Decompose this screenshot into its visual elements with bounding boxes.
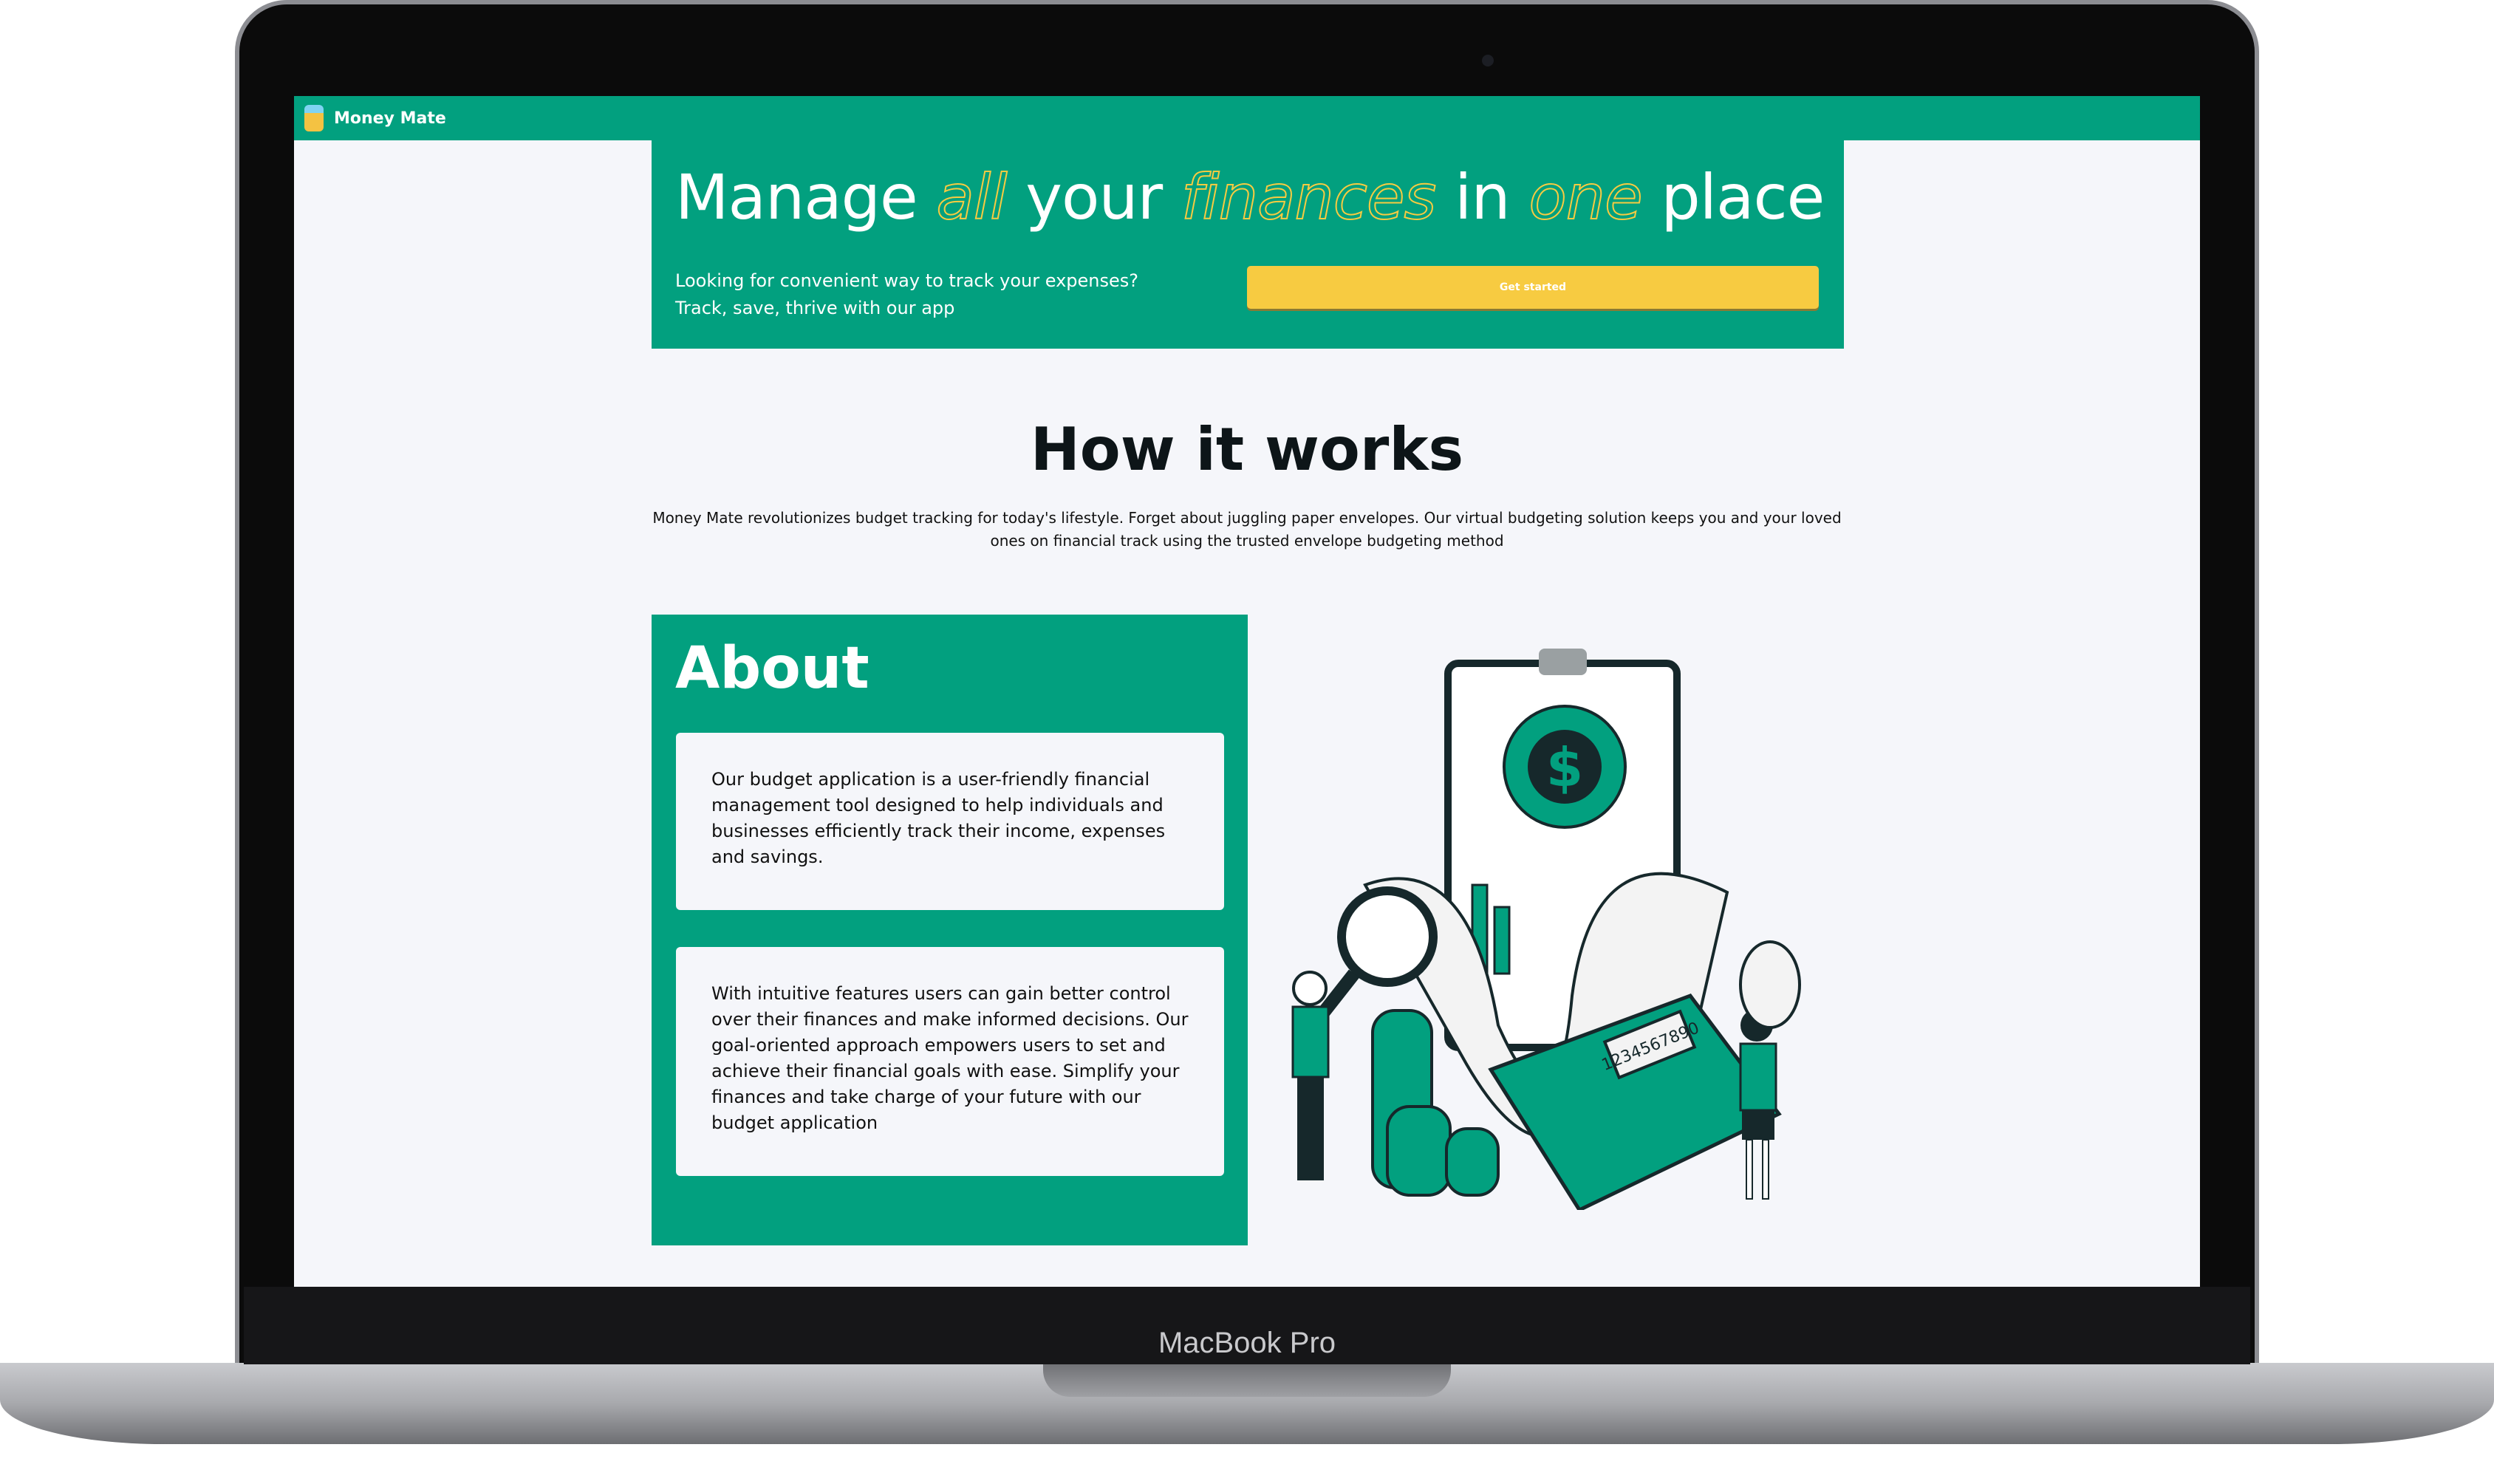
woman-figure <box>1739 1009 1777 1200</box>
title-word: Manage <box>675 161 918 233</box>
device-label: MacBook Pro <box>1158 1327 1336 1359</box>
paper-roll <box>1739 940 1801 1029</box>
brand-name[interactable]: Money Mate <box>334 109 446 128</box>
clipboard-clip <box>1539 649 1587 675</box>
hero-title: Manage all your finances in one place <box>675 160 1825 234</box>
navbar: Money Mate <box>294 96 2200 140</box>
screen: Money Mate Manage all your finances in o… <box>294 96 2200 1287</box>
title-word: in <box>1455 161 1511 233</box>
title-word: place <box>1661 161 1825 233</box>
dollar-sign: $ <box>1546 736 1583 799</box>
logo-icon[interactable] <box>304 105 324 131</box>
title-word-outlined: all <box>935 160 1008 234</box>
about-card: Our budget application is a user-friendl… <box>676 733 1224 910</box>
laptop-notch <box>1043 1363 1451 1397</box>
hero-section: Manage all your finances in one place Lo… <box>652 140 1844 349</box>
about-card: With intuitive features users can gain b… <box>676 947 1224 1176</box>
finance-illustration: $ 1234567890 <box>1291 649 1801 1210</box>
about-section: About Our budget application is a user-f… <box>652 615 1248 1245</box>
hero-subtitle: Looking for convenient way to track your… <box>675 267 1138 322</box>
how-it-works-description: Money Mate revolutionizes budget trackin… <box>652 509 1842 550</box>
title-word-outlined: finances <box>1181 160 1437 234</box>
about-heading: About <box>675 635 870 702</box>
title-word: your <box>1025 161 1163 233</box>
get-started-button[interactable]: Get started <box>1247 266 1819 309</box>
how-it-works-heading: How it works <box>1030 415 1464 484</box>
camera <box>1482 55 1494 66</box>
laptop-chin: MacBook Pro <box>244 1287 2250 1364</box>
subtitle-line: Track, save, thrive with our app <box>675 298 955 318</box>
title-word-outlined: one <box>1528 160 1643 234</box>
subtitle-line: Looking for convenient way to track your… <box>675 270 1138 291</box>
magnifier-icon <box>1337 886 1438 987</box>
